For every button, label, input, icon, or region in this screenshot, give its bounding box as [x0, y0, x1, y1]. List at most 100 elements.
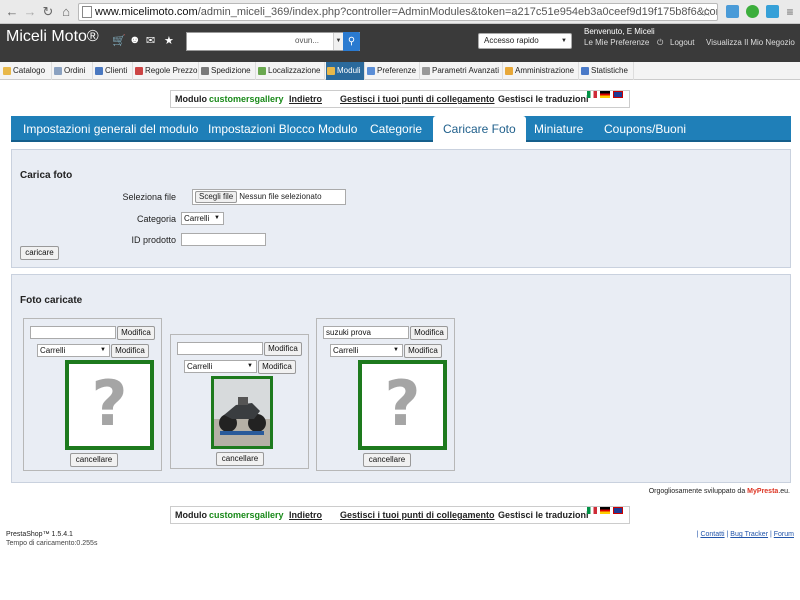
menu-item-clienti[interactable]: Clienti	[94, 62, 133, 80]
monitor-icon	[367, 67, 375, 75]
back-icon[interactable]: ←	[4, 3, 20, 21]
quick-access-select[interactable]: Accesso rapido ▼	[478, 33, 572, 49]
search-scope[interactable]: ovun...	[295, 36, 319, 45]
credit-suffix: .eu.	[778, 488, 790, 495]
search-box[interactable]: ovun... ▼ ⚲	[186, 32, 360, 51]
extension-icon[interactable]	[726, 5, 739, 18]
file-label: Seleziona file	[122, 192, 176, 202]
chrome-menu-icon[interactable]: ≡	[782, 3, 798, 21]
product-id-input[interactable]	[181, 233, 266, 246]
edit-name-button[interactable]: Modifica	[410, 326, 448, 340]
flag-it-icon[interactable]	[587, 507, 597, 514]
upload-button[interactable]: caricare	[20, 246, 59, 260]
flag-de-icon[interactable]	[600, 91, 610, 98]
translations-label: Gestisci le traduzioni	[498, 94, 589, 104]
photo-name-input[interactable]	[177, 342, 263, 355]
edit-name-button[interactable]: Modifica	[117, 326, 155, 340]
upload-panel: Carica foto Seleziona file Scegli file Ne…	[11, 149, 791, 268]
back-link[interactable]: Indietro	[289, 510, 322, 520]
tab-general-settings[interactable]: Impostazioni generali del modulo	[23, 116, 198, 142]
bookmark-star-icon[interactable]: ☆	[701, 4, 712, 20]
load-time: Tempo di caricamento:0.255s	[6, 540, 98, 547]
menu-label: Statistiche	[591, 66, 628, 75]
menu-item-moduli[interactable]: Moduli	[326, 62, 365, 80]
key-icon	[505, 67, 513, 75]
truck-icon	[201, 67, 209, 75]
chevron-down-icon[interactable]: ▼	[333, 33, 343, 50]
preferences-link[interactable]: Le Mie Preferenze	[584, 38, 649, 47]
file-input[interactable]: Scegli file Nessun file selezionato	[192, 189, 346, 205]
photo-card: suzuki prova Modifica Carrelli ▼ Modifica…	[316, 318, 455, 471]
tab-categories[interactable]: Categorie	[370, 116, 422, 142]
menu-item-ordini[interactable]: Ordini	[53, 62, 93, 80]
hooks-link[interactable]: Gestisci i tuoi punti di collegamento	[340, 94, 495, 104]
contacts-link[interactable]: Contatti	[700, 531, 724, 538]
menu-item-parametri-avanzati[interactable]: Parametri Avanzati	[421, 62, 503, 80]
back-link[interactable]: Indietro	[289, 94, 322, 104]
globe-icon	[258, 67, 266, 75]
forward-icon[interactable]: →	[22, 3, 38, 21]
photo-name-input[interactable]	[30, 326, 116, 339]
edit-name-button[interactable]: Modifica	[264, 342, 302, 356]
flag-de-icon[interactable]	[600, 507, 610, 514]
delete-button[interactable]: cancellare	[216, 452, 264, 466]
photo-category-select[interactable]: Carrelli ▼	[184, 360, 257, 373]
menu-item-amministrazione[interactable]: Amministrazione	[504, 62, 579, 80]
tab-coupons[interactable]: Coupons/Buoni	[604, 116, 686, 142]
url-host: www.micelimoto.com	[95, 6, 198, 18]
photo-category-select[interactable]: Carrelli ▼	[330, 344, 403, 357]
tab-block-settings[interactable]: Impostazioni Blocco Modulo	[208, 116, 357, 142]
forum-link[interactable]: Forum	[774, 531, 794, 538]
photo-category-value: Carrelli	[187, 362, 213, 371]
edit-category-button[interactable]: Modifica	[111, 344, 149, 358]
edit-category-button[interactable]: Modifica	[258, 360, 296, 374]
search-icon[interactable]: ⚲	[343, 32, 360, 51]
edit-category-button[interactable]: Modifica	[404, 344, 442, 358]
module-prefix: Modulo	[175, 510, 207, 520]
delete-button[interactable]: cancellare	[363, 453, 411, 467]
tab-thumbnails[interactable]: Miniature	[534, 116, 583, 142]
hooks-link[interactable]: Gestisci i tuoi punti di collegamento	[340, 510, 495, 520]
upload-title: Carica foto	[20, 170, 73, 181]
menu-item-regole-prezzo[interactable]: Regole Prezzo	[134, 62, 199, 80]
address-bar[interactable]: www.micelimoto.com/admin_miceli_369/inde…	[78, 3, 718, 21]
browser-toolbar: ← → ↻ ⌂ www.micelimoto.com/admin_miceli_…	[0, 0, 800, 24]
tab-upload-photos[interactable]: Caricare Foto	[433, 116, 526, 142]
mypresta-link[interactable]: MyPresta	[747, 488, 778, 495]
menu-label: Amministrazione	[515, 66, 575, 75]
view-shop-link[interactable]: Visualizza Il Mio Negozio	[706, 38, 795, 47]
menu-item-preferenze[interactable]: Preferenze	[366, 62, 420, 80]
bug-tracker-link[interactable]: Bug Tracker	[730, 531, 768, 538]
motorcycle-photo[interactable]	[211, 376, 273, 449]
menu-label: Ordini	[64, 66, 86, 75]
cart-icon[interactable]: 🛒	[112, 34, 126, 47]
module-toolbar-top: Modulo customersgallery Indietro Gestisc…	[170, 90, 630, 108]
menu-item-spedizione[interactable]: Spedizione	[200, 62, 256, 80]
flag-it-icon[interactable]	[587, 91, 597, 98]
menu-item-localizzazione[interactable]: Localizzazione	[257, 62, 325, 80]
menu-item-statistiche[interactable]: Statistiche	[580, 62, 634, 80]
flag-gb-icon[interactable]	[613, 507, 623, 514]
shop-name[interactable]: Miceli Moto®	[6, 28, 99, 46]
category-select[interactable]: Carrelli ▼	[181, 212, 224, 225]
menu-label: Parametri Avanzati	[432, 66, 499, 75]
check-extension-icon[interactable]	[766, 5, 779, 18]
flag-gb-icon[interactable]	[613, 91, 623, 98]
menu-item-catalogo[interactable]: Catalogo	[2, 62, 52, 80]
logout-link[interactable]: Logout	[670, 38, 694, 47]
trophy-icon[interactable]: ★	[164, 34, 174, 47]
messages-icon[interactable]: ✉	[146, 34, 155, 47]
category-label: Categoria	[136, 214, 176, 224]
menu-label: Moduli	[337, 66, 361, 75]
module-prefix: Modulo	[175, 94, 207, 104]
photo-name-input[interactable]: suzuki prova	[323, 326, 409, 339]
customers-icon[interactable]: ☻	[129, 34, 141, 46]
evernote-icon[interactable]	[746, 5, 759, 18]
choose-file-button[interactable]: Scegli file	[195, 191, 238, 203]
delete-button[interactable]: cancellare	[70, 453, 118, 467]
photo-category-select[interactable]: Carrelli ▼	[37, 344, 110, 357]
home-icon[interactable]: ⌂	[58, 3, 74, 21]
photo-card: Modifica Carrelli ▼ Modifica ? cancellare	[23, 318, 162, 471]
reload-icon[interactable]: ↻	[40, 3, 56, 21]
folder-icon	[3, 67, 11, 75]
